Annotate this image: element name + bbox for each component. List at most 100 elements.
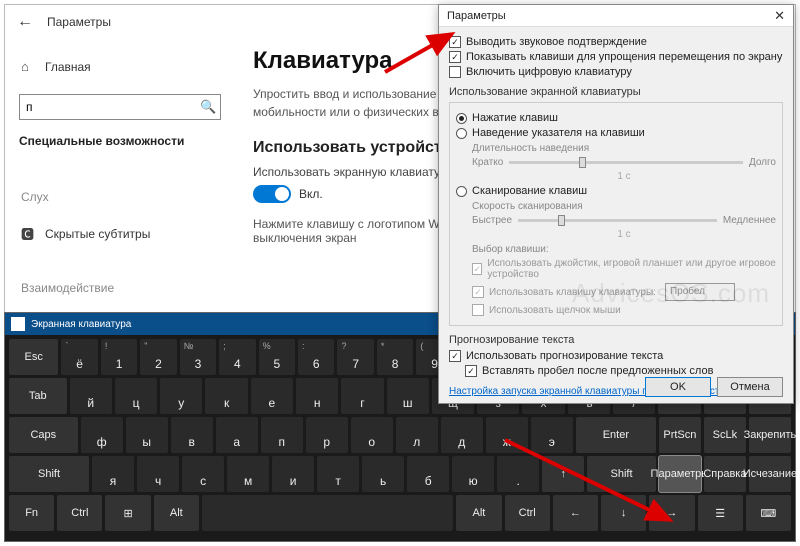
key-shift[interactable]: Shift bbox=[587, 456, 656, 492]
key-ц[interactable]: ц bbox=[115, 378, 157, 414]
scan-speed-label: Скорость сканирования bbox=[472, 201, 776, 212]
key-справка[interactable]: Справка bbox=[704, 456, 746, 492]
key-у[interactable]: у bbox=[160, 378, 202, 414]
radio-scan-label: Сканирование клавиш bbox=[472, 185, 587, 197]
back-arrow-icon[interactable]: ← bbox=[17, 13, 33, 31]
key-↑[interactable]: ↑ bbox=[542, 456, 584, 492]
key-н[interactable]: н bbox=[296, 378, 338, 414]
settings-search[interactable]: 🔍 bbox=[19, 94, 221, 120]
key-↓[interactable]: ↓ bbox=[601, 495, 646, 531]
search-icon: 🔍 bbox=[200, 99, 214, 115]
key-tab[interactable]: Tab bbox=[9, 378, 67, 414]
radio-hover[interactable]: Наведение указателя на клавиши bbox=[456, 127, 776, 139]
checkbox-icon: ✓ bbox=[472, 286, 484, 298]
key-.[interactable]: . bbox=[497, 456, 539, 492]
key-г[interactable]: г bbox=[341, 378, 383, 414]
key-о[interactable]: о bbox=[351, 417, 393, 453]
radio-press-keys[interactable]: Нажатие клавиш bbox=[456, 112, 776, 124]
key-3[interactable]: №3 bbox=[180, 339, 216, 375]
chk-show-keys[interactable]: ✓ Показывать клавиши для упрощения перем… bbox=[449, 51, 783, 63]
key-7[interactable]: ?7 bbox=[337, 339, 373, 375]
key-т[interactable]: т bbox=[317, 456, 359, 492]
key-ф[interactable]: ф bbox=[81, 417, 123, 453]
ok-button[interactable]: OK bbox=[645, 377, 711, 397]
hover-short-label: Кратко bbox=[472, 157, 503, 168]
key-esc[interactable]: Esc bbox=[9, 339, 58, 375]
toggle-track[interactable] bbox=[253, 185, 291, 203]
key-⊞[interactable]: ⊞ bbox=[105, 495, 150, 531]
checkbox-icon: ✓ bbox=[449, 36, 461, 48]
key-☰[interactable]: ☰ bbox=[698, 495, 743, 531]
key-исчезание[interactable]: Исчезание bbox=[749, 456, 791, 492]
radio-scan[interactable]: Сканирование клавиш bbox=[456, 185, 776, 197]
key-caps[interactable]: Caps bbox=[9, 417, 78, 453]
key-alt[interactable]: Alt bbox=[154, 495, 199, 531]
dialog-titlebar[interactable]: Параметры ✕ bbox=[439, 5, 793, 27]
key-й[interactable]: й bbox=[70, 378, 112, 414]
key-в[interactable]: в bbox=[171, 417, 213, 453]
key-6[interactable]: :6 bbox=[298, 339, 334, 375]
sidebar-item-cc[interactable]: 🅲 Скрытые субтитры bbox=[19, 214, 221, 253]
key-ё[interactable]: `ё bbox=[61, 339, 97, 375]
settings-sidebar: ⌂ Главная 🔍 Специальные возможности Слух… bbox=[5, 39, 235, 347]
chk-predict-label: Использовать прогнозирование текста bbox=[466, 350, 663, 362]
key-⌨[interactable]: ⌨ bbox=[746, 495, 791, 531]
key-4[interactable]: ;4 bbox=[219, 339, 255, 375]
key-enter[interactable]: Enter bbox=[576, 417, 656, 453]
key-5[interactable]: %5 bbox=[259, 339, 295, 375]
key-2[interactable]: "2 bbox=[140, 339, 176, 375]
key-ctrl[interactable]: Ctrl bbox=[505, 495, 550, 531]
key-м[interactable]: м bbox=[227, 456, 269, 492]
dialog-close-icon[interactable]: ✕ bbox=[774, 8, 785, 24]
key-ч[interactable]: ч bbox=[137, 456, 179, 492]
key-ctrl[interactable]: Ctrl bbox=[57, 495, 102, 531]
key-sclk[interactable]: ScLk bbox=[704, 417, 746, 453]
key-д[interactable]: д bbox=[441, 417, 483, 453]
key-э[interactable]: э bbox=[531, 417, 573, 453]
key-alt[interactable]: Alt bbox=[456, 495, 501, 531]
key-ь[interactable]: ь bbox=[362, 456, 404, 492]
key-параметры[interactable]: Параметры bbox=[659, 456, 701, 492]
key-prtscn[interactable]: PrtScn bbox=[659, 417, 701, 453]
key-fn[interactable]: Fn bbox=[9, 495, 54, 531]
home-icon: ⌂ bbox=[21, 59, 35, 74]
chk-sound-confirm[interactable]: ✓ Выводить звуковое подтверждение bbox=[449, 36, 783, 48]
checkbox-icon bbox=[449, 66, 461, 78]
scan-subgroup: Скорость сканирования Быстрее Медленнее … bbox=[472, 201, 776, 316]
radio-icon bbox=[456, 128, 467, 139]
chk-numpad[interactable]: Включить цифровую клавиатуру bbox=[449, 66, 783, 78]
use-osk-group-label: Использование экранной клавиатуры bbox=[449, 86, 783, 98]
key-→[interactable]: → bbox=[649, 495, 694, 531]
osk-app-icon bbox=[11, 317, 25, 331]
sidebar-home[interactable]: ⌂ Главная bbox=[19, 49, 221, 84]
key-п[interactable]: п bbox=[261, 417, 303, 453]
key-е[interactable]: е bbox=[251, 378, 293, 414]
key-и[interactable]: и bbox=[272, 456, 314, 492]
key-ж[interactable]: ж bbox=[486, 417, 528, 453]
key-к[interactable]: к bbox=[205, 378, 247, 414]
key-ы[interactable]: ы bbox=[126, 417, 168, 453]
key-shift[interactable]: Shift bbox=[9, 456, 89, 492]
cancel-button[interactable]: Отмена bbox=[717, 377, 783, 397]
key-select-label: Выбор клавиши: bbox=[472, 244, 776, 255]
key-←[interactable]: ← bbox=[553, 495, 598, 531]
hover-sec: 1 с bbox=[472, 171, 776, 182]
key-с[interactable]: с bbox=[182, 456, 224, 492]
search-input[interactable] bbox=[26, 100, 200, 114]
key-а[interactable]: а bbox=[216, 417, 258, 453]
key-л[interactable]: л bbox=[396, 417, 438, 453]
key-ю[interactable]: ю bbox=[452, 456, 494, 492]
key-я[interactable]: я bbox=[92, 456, 134, 492]
chk-use-predict[interactable]: ✓ Использовать прогнозирование текста bbox=[449, 350, 783, 362]
key-ш[interactable]: ш bbox=[387, 378, 429, 414]
scan-slow-label: Медленнее bbox=[723, 215, 776, 226]
chk-insert-space[interactable]: ✓ Вставлять пробел после предложенных сл… bbox=[465, 365, 783, 377]
key-р[interactable]: р bbox=[306, 417, 348, 453]
key-закрепить[interactable]: Закрепить bbox=[749, 417, 791, 453]
chk-mouse-click: Использовать щелчок мыши bbox=[472, 304, 776, 316]
key-8[interactable]: *8 bbox=[377, 339, 413, 375]
key-1[interactable]: !1 bbox=[101, 339, 137, 375]
key-blank[interactable] bbox=[202, 495, 453, 531]
home-label: Главная bbox=[45, 60, 91, 74]
key-б[interactable]: б bbox=[407, 456, 449, 492]
